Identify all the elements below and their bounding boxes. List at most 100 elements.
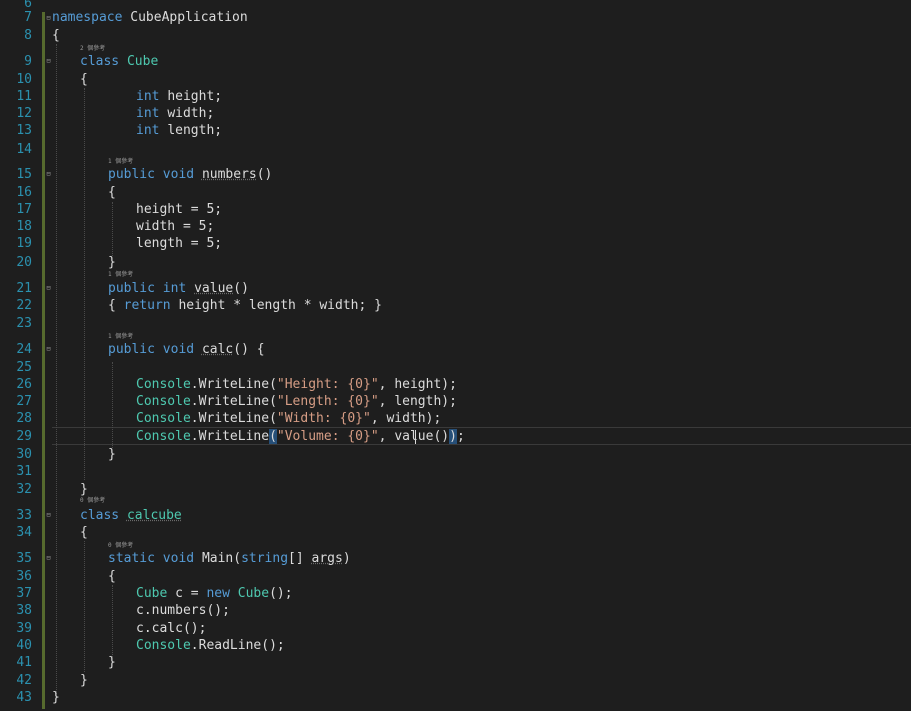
field-height: height — [394, 377, 442, 392]
line-number: 29 — [16, 429, 32, 444]
line-number: 8 — [24, 28, 32, 43]
method-numbers: numbers — [151, 603, 207, 618]
fold-minus-icon[interactable]: ⊟ — [45, 285, 52, 292]
field-length: length — [248, 298, 296, 313]
line-number: 26 — [16, 377, 32, 392]
code-line-17: height = 5; — [136, 202, 223, 217]
indent-guide — [112, 585, 113, 657]
fold-minus-icon[interactable]: ⊟ — [45, 512, 52, 519]
code-line-8: { — [52, 28, 60, 43]
code-line-15: public void numbers() — [108, 167, 273, 182]
string-literal: "Width: {0}" — [276, 411, 371, 426]
keyword-public: public — [108, 342, 155, 357]
method-writeline: WriteLine — [198, 377, 270, 392]
keyword-class: class — [80, 508, 120, 523]
code-line-9: class Cube — [80, 55, 158, 69]
line-number: 22 — [16, 298, 32, 313]
keyword-int: int — [162, 281, 187, 296]
line-number: 31 — [16, 464, 32, 479]
line-number: 9 — [24, 54, 32, 69]
codelens-reference-count[interactable]: 1 個參考 — [108, 158, 133, 165]
code-line-18: width = 5; — [136, 219, 215, 234]
class-name-calcube: calcube — [126, 508, 182, 523]
code-editor[interactable]: 6 7 8 9 10 11 12 13 14 15 16 17 18 19 20… — [0, 0, 911, 711]
fold-minus-icon[interactable]: ⊟ — [45, 171, 52, 178]
type-cube: Cube — [237, 586, 270, 601]
keyword-public: public — [108, 167, 155, 182]
line-number: 16 — [16, 185, 32, 200]
codelens-reference-count[interactable]: 1 個參考 — [108, 271, 133, 278]
text-caret — [415, 430, 416, 444]
line-number: 27 — [16, 394, 32, 409]
keyword-new: new — [206, 586, 230, 601]
method-value: value — [194, 281, 234, 296]
namespace-name: CubeApplication — [130, 10, 248, 25]
string-literal: "Volume: {0}" — [276, 429, 379, 444]
bracket-match-close: ) — [449, 429, 457, 444]
code-line-27: Console.WriteLine("Length: {0}", length)… — [136, 394, 457, 409]
keyword-void: void — [162, 167, 195, 182]
method-main: Main — [201, 551, 234, 566]
string-literal: "Length: {0}" — [276, 394, 379, 409]
line-number: 34 — [16, 525, 32, 540]
field-length: length — [136, 236, 183, 251]
keyword-int: int — [136, 123, 160, 138]
code-line-11: int height; — [136, 89, 223, 104]
fold-minus-icon[interactable]: ⊟ — [45, 58, 52, 65]
code-line-39: c.calc(); — [136, 621, 207, 636]
code-line-22: { return height * length * width; } — [108, 298, 382, 313]
code-line-21: public int value() — [108, 281, 249, 296]
field-width: width — [386, 411, 426, 426]
bracket-match-open: ( — [269, 429, 277, 444]
codelens-reference-count[interactable]: 1 個參考 — [108, 333, 133, 340]
line-number: 18 — [16, 219, 32, 234]
line-number: 17 — [16, 202, 32, 217]
method-writeline: WriteLine — [198, 394, 270, 409]
line-number: 28 — [16, 411, 32, 426]
line-number: 30 — [16, 447, 32, 462]
indent-guide — [84, 541, 85, 672]
line-number: 12 — [16, 106, 32, 121]
keyword-int: int — [136, 89, 160, 104]
fold-minus-icon[interactable]: ⊟ — [45, 555, 52, 562]
codelens-reference-count[interactable]: 0 個參考 — [108, 542, 133, 549]
class-name-cube: Cube — [126, 54, 159, 69]
change-tracking-bar — [42, 12, 45, 709]
line-number: 32 — [16, 482, 32, 497]
variable-c: c — [136, 603, 144, 618]
codelens-reference-count[interactable]: 0 個參考 — [80, 497, 105, 504]
method-writeline: WriteLine — [198, 429, 270, 444]
keyword-return: return — [123, 298, 171, 313]
code-line-12: int width; — [136, 106, 215, 121]
method-value: value — [394, 429, 434, 444]
line-number: 13 — [16, 123, 32, 138]
line-number: 10 — [16, 72, 32, 87]
line-number: 42 — [16, 673, 32, 688]
method-calc: calc — [201, 342, 234, 357]
type-console: Console — [136, 429, 191, 444]
code-line-24: public void calc() { — [108, 342, 265, 357]
code-line-26: Console.WriteLine("Height: {0}", height)… — [136, 377, 457, 392]
codelens-reference-count[interactable]: 2 個參考 — [80, 45, 105, 52]
keyword-static: static — [108, 551, 155, 566]
line-number: 19 — [16, 236, 32, 251]
method-writeline: WriteLine — [198, 411, 270, 426]
code-line-19: length = 5; — [136, 236, 223, 251]
field-width: width — [167, 106, 207, 121]
line-number: 15 — [16, 167, 32, 182]
code-line-42: } — [80, 673, 88, 688]
fold-minus-icon[interactable]: ⊟ — [45, 15, 52, 22]
variable-c: c — [136, 621, 144, 636]
line-number: 43 — [16, 690, 32, 705]
keyword-void: void — [162, 342, 195, 357]
code-line-10: { — [80, 72, 88, 87]
code-line-7: namespace CubeApplication — [52, 11, 248, 25]
code-line-33: class calcube — [80, 509, 182, 523]
line-number: 20 — [16, 255, 32, 270]
keyword-namespace: namespace — [52, 10, 123, 25]
fold-minus-icon[interactable]: ⊟ — [45, 346, 52, 353]
line-number: 39 — [16, 621, 32, 636]
type-cube: Cube — [136, 586, 168, 601]
indent-guide — [56, 44, 57, 694]
field-width: width — [136, 219, 176, 234]
